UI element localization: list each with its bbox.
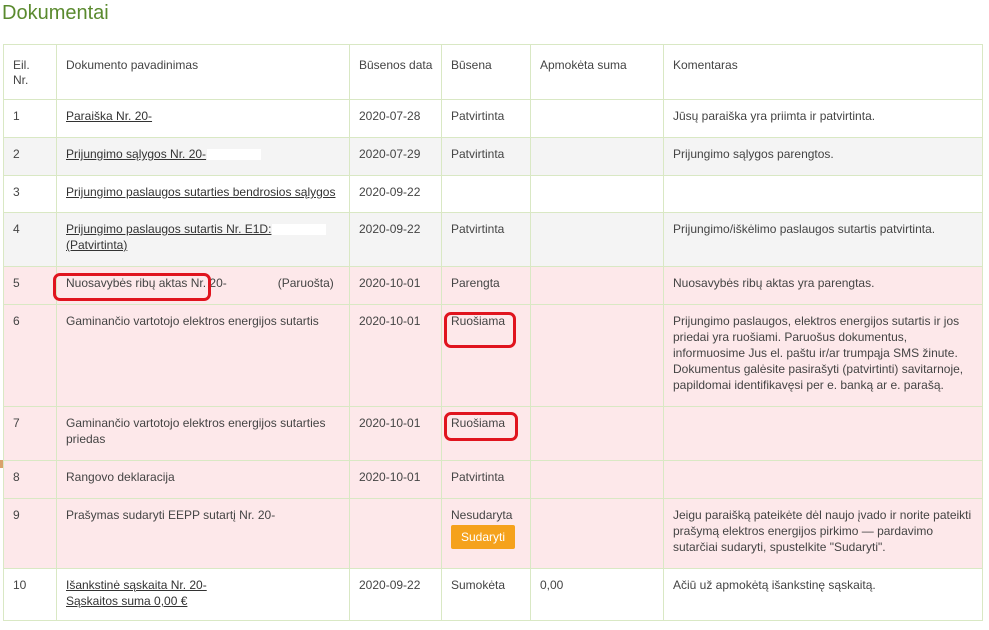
- document-link-status[interactable]: (Patvirtinta): [66, 238, 127, 252]
- status-text: Ruošiama: [451, 416, 506, 430]
- col-header-name: Dokumento pavadinimas: [56, 44, 350, 100]
- table-header-row: Eil. Nr. Dokumento pavadinimas Būsenos d…: [3, 44, 983, 100]
- col-header-comment: Komentaras: [663, 44, 983, 100]
- left-edge-marker: [0, 460, 3, 468]
- paid-amount: 0,00: [540, 578, 564, 592]
- documents-table: Eil. Nr. Dokumento pavadinimas Būsenos d…: [3, 44, 983, 621]
- table-row: 1 Paraiška Nr. 20- 2020-07-28 Patvirtint…: [3, 99, 983, 138]
- table-row: 10 Išankstinė sąskaita Nr. 20- Sąskaitos …: [3, 568, 983, 621]
- table-row: 6 Gaminančio vartotojo elektros energijo…: [3, 304, 983, 407]
- col-header-paid: Apmokėta suma: [530, 44, 664, 100]
- status-text: Nesudaryta: [451, 508, 513, 522]
- comment-text: Jeigu paraišką pateikėte dėl naujo įvado…: [673, 508, 972, 554]
- document-name: Nuosavybės ribų aktas Nr. 20-: [66, 276, 227, 290]
- document-link[interactable]: Paraiška Nr. 20-: [66, 109, 152, 123]
- comment-text: Prijungimo sąlygos parengtos.: [673, 147, 834, 161]
- table-row: 9 Prašymas sudaryti EEPP sutartį Nr. 20-…: [3, 498, 983, 569]
- comment-text: Jūsų paraiška yra priimta ir patvirtinta…: [673, 109, 876, 123]
- document-link[interactable]: Išankstinė sąskaita Nr. 20-: [66, 578, 207, 592]
- document-link[interactable]: Prijungimo paslaugos sutarties bendrosio…: [66, 185, 335, 199]
- col-header-num: Eil. Nr.: [3, 44, 57, 100]
- table-row: 3 Prijungimo paslaugos sutarties bendros…: [3, 175, 983, 213]
- status-text: Parengta: [451, 276, 500, 290]
- col-header-date: Būsenos data: [349, 44, 442, 100]
- status-text: Patvirtinta: [451, 222, 505, 236]
- status-text: Patvirtinta: [451, 147, 505, 161]
- table-row: 4 Prijungimo paslaugos sutartis Nr. E1D:…: [3, 212, 983, 267]
- col-header-status: Būsena: [441, 44, 531, 100]
- table-row: 2 Prijungimo sąlygos Nr. 20- 2020-07-29 …: [3, 137, 983, 176]
- status-text: Patvirtinta: [451, 109, 505, 123]
- status-text: Patvirtinta: [451, 470, 505, 484]
- page-title: Dokumentai: [2, 2, 109, 24]
- status-text: Ruošiama: [451, 314, 506, 328]
- document-name: Rangovo deklaracija: [66, 470, 175, 484]
- status-text: Sumokėta: [451, 578, 506, 592]
- comment-text: Prijungimo paslaugos, elektros energijos…: [673, 314, 964, 392]
- document-name: Gaminančio vartotojo elektros energijos …: [66, 314, 319, 328]
- invoice-sum-link[interactable]: Sąskaitos suma 0,00 €: [66, 594, 187, 608]
- table-row: 5 Nuosavybės ribų aktas Nr. 20- (Paruošta…: [3, 266, 983, 305]
- sudaryti-button[interactable]: Sudaryti: [451, 525, 516, 549]
- table-row: 8 Rangovo deklaracija 2020-10-01 Patvirt…: [3, 460, 983, 499]
- table-row: 7 Gaminančio vartotojo elektros energijo…: [3, 406, 983, 461]
- comment-text: Prijungimo/iškėlimo paslaugos sutartis p…: [673, 222, 936, 236]
- document-name: Gaminančio vartotojo elektros energijos …: [66, 416, 326, 446]
- document-link[interactable]: Prijungimo paslaugos sutartis Nr. E1D:: [66, 222, 271, 236]
- comment-text: Nuosavybės ribų aktas yra parengtas.: [673, 276, 875, 290]
- document-name: Prašymas sudaryti EEPP sutartį Nr. 20-: [66, 508, 276, 522]
- document-link[interactable]: Prijungimo sąlygos Nr. 20-: [66, 147, 206, 161]
- comment-text: Ačiū už apmokėtą išankstinę sąskaitą.: [673, 578, 876, 592]
